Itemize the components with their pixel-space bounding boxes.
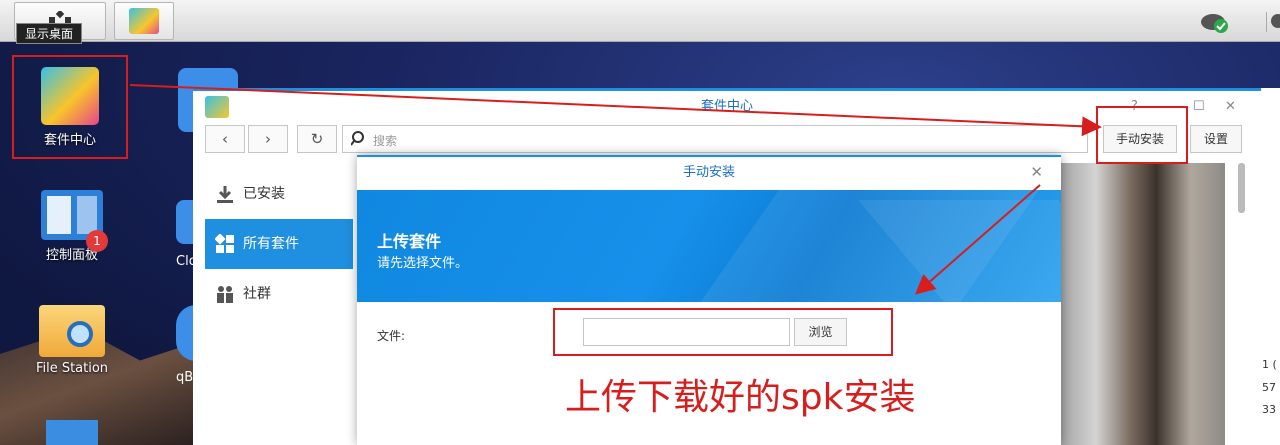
notification-badge: 1 <box>86 230 108 252</box>
sidebar-item-label: 已安装 <box>243 186 285 202</box>
desktop-icon-control-panel[interactable]: 1 控制面板 <box>14 190 130 263</box>
sidebar-item-label: 所有套件 <box>243 236 299 252</box>
taskbar-package-center-button[interactable] <box>114 2 174 40</box>
highlight-manual-install <box>1096 106 1188 164</box>
toolbar: ‹ › ↻ 搜索 手动安装 设置 <box>205 125 1245 155</box>
highlight-file-input <box>553 308 893 356</box>
desktop-icon-partial-4[interactable] <box>46 420 98 445</box>
file-label: 文件: <box>377 329 406 343</box>
maximize-icon[interactable]: ☐ <box>1193 99 1205 114</box>
cloud-sync-icon[interactable] <box>1200 10 1230 34</box>
banner-title: 上传套件 <box>377 232 442 251</box>
desktop-icon-label: File Station <box>35 361 109 376</box>
dialog-title: 手动安装 <box>682 165 735 180</box>
partial-text: 57 <box>1262 381 1276 394</box>
package-center-icon <box>129 8 159 34</box>
sidebar: 已安装 所有套件 社群 <box>205 169 353 319</box>
sidebar-item-label: 社群 <box>243 286 271 302</box>
desktop-icon-package-center[interactable]: 套件中心 <box>12 55 128 159</box>
taskbar <box>0 0 1280 42</box>
partial-text: 33 <box>1262 403 1276 416</box>
sidebar-item-all-packages[interactable]: 所有套件 <box>205 219 353 269</box>
desktop-icon-label: qB <box>176 370 194 385</box>
search-icon <box>351 131 364 146</box>
sidebar-item-installed[interactable]: 已安装 <box>205 169 353 219</box>
search-placeholder: 搜索 <box>373 134 398 148</box>
partial-text: 1 ( <box>1262 358 1277 371</box>
desktop-icon-label: 控制面板 <box>45 248 98 263</box>
banner-subtitle: 请先选择文件。 <box>377 256 469 271</box>
desktop-icon-file-station[interactable]: File Station <box>12 305 132 376</box>
refresh-button[interactable]: ↻ <box>297 125 337 153</box>
tiles-icon <box>215 234 234 253</box>
promo-image <box>1053 163 1225 445</box>
close-icon[interactable]: ✕ <box>1225 99 1236 114</box>
search-input[interactable]: 搜索 <box>342 125 1088 153</box>
show-desktop-tooltip: 显示桌面 <box>16 23 83 44</box>
scrollbar[interactable] <box>1238 163 1245 213</box>
close-icon[interactable]: ✕ <box>1030 163 1043 181</box>
back-button[interactable]: ‹ <box>205 125 245 153</box>
download-icon <box>217 186 233 203</box>
folder-magnifier-icon <box>39 305 105 357</box>
forward-button[interactable]: › <box>248 125 288 153</box>
chat-icon[interactable] <box>1266 12 1280 32</box>
annotation-text: 上传下载好的spk安装 <box>565 377 916 418</box>
sidebar-item-community[interactable]: 社群 <box>205 269 353 319</box>
shopping-bag-icon <box>41 67 99 125</box>
settings-button[interactable]: 设置 <box>1190 125 1242 153</box>
dialog-banner: 上传套件 请先选择文件。 <box>357 190 1061 302</box>
desktop-icon-label: 套件中心 <box>43 133 96 148</box>
people-icon <box>217 286 233 303</box>
